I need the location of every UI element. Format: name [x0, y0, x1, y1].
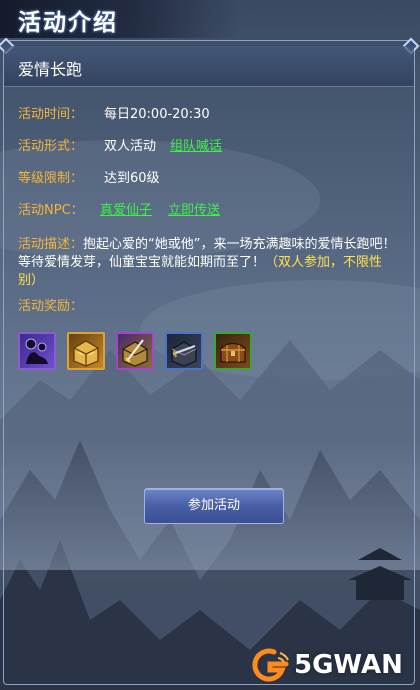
form-label: 活动形式：: [18, 139, 84, 154]
gold-chest-icon: [73, 340, 99, 367]
rewards-label: 活动奖励：: [18, 299, 84, 314]
description-block: 活动描述：抱起心爱的“她或他”，来一场充满趣味的爱情长跑吧！等待爱情发芽，仙童宝…: [18, 236, 400, 290]
teleport-link[interactable]: 立即传送: [168, 202, 220, 220]
site-watermark: 5GWAN: [248, 646, 420, 686]
form-row: 活动形式：: [18, 138, 83, 156]
window-title: 活动介绍: [18, 10, 118, 36]
wooden-chest-icon: [220, 342, 246, 363]
level-label: 等级限制：: [18, 171, 84, 186]
npc-name-link[interactable]: 真爱仙子: [100, 202, 152, 220]
reward-item-1[interactable]: [18, 332, 56, 370]
time-value: 每日20:00-20:30: [104, 107, 210, 122]
rewards-row: 活动奖励：: [18, 298, 83, 316]
time-row: 活动时间：: [18, 106, 83, 124]
reward-item-4[interactable]: [165, 332, 203, 370]
watermark-text: 5GWAN: [294, 650, 403, 680]
npc-row: 活动NPC：: [18, 202, 84, 220]
time-label: 活动时间：: [18, 107, 84, 122]
reward-item-2[interactable]: [67, 332, 105, 370]
dark-sword-chest-icon: [171, 341, 197, 367]
npc-label: 活动NPC：: [18, 203, 84, 218]
description-label: 活动描述：: [18, 237, 84, 252]
gold-sword-chest-icon: [122, 339, 148, 367]
activity-panel: [3, 40, 415, 685]
team-shout-link[interactable]: 组队喊话: [170, 138, 222, 156]
level-value: 达到60级: [104, 171, 160, 186]
reward-item-5[interactable]: [214, 332, 252, 370]
figure-doll-icon: [25, 338, 48, 364]
join-activity-button[interactable]: 参加活动: [144, 488, 284, 524]
activity-name: 爱情长跑: [18, 60, 83, 79]
form-value: 双人活动: [104, 139, 157, 154]
level-row: 等级限制：: [18, 170, 83, 188]
reward-item-3[interactable]: [116, 332, 154, 370]
